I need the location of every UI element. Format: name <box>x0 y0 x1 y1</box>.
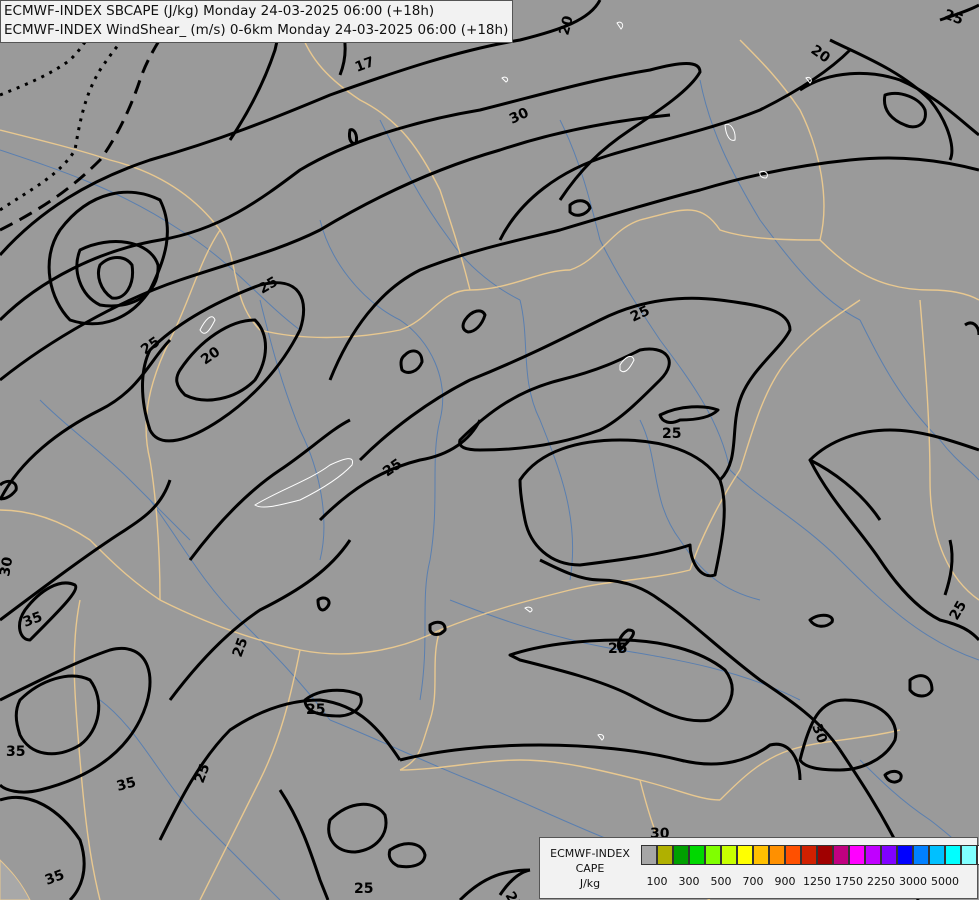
legend-tick-label: 700 <box>742 875 764 888</box>
map-title: ECMWF-INDEX SBCAPE (J/kg) Monday 24-03-2… <box>0 0 514 43</box>
title-line-cape: ECMWF-INDEX SBCAPE (J/kg) Monday 24-03-2… <box>4 3 435 19</box>
legend-tick-label: 500 <box>710 875 732 888</box>
legend-tick-label: 900 <box>774 875 796 888</box>
weather-map: 15 17 20 20 20 25 25 25 25 25 25 25 25 2… <box>0 0 979 900</box>
legend-swatch <box>929 845 945 865</box>
legend-swatch <box>897 845 913 865</box>
cape-legend: ECMWF-INDEX CAPE J/kg 100 300 500 700 900 125… <box>539 837 979 899</box>
legend-swatch <box>945 845 961 865</box>
contour-label: 35 <box>6 744 25 760</box>
legend-swatch <box>833 845 849 865</box>
legend-swatch <box>961 845 977 865</box>
legend-swatch <box>881 845 897 865</box>
legend-tick-label: 2250 <box>867 875 895 888</box>
legend-swatch <box>913 845 929 865</box>
legend-tick-label: 3000 <box>899 875 927 888</box>
legend-swatch <box>721 845 737 865</box>
legend-swatch <box>641 845 657 865</box>
legend-swatch <box>689 845 705 865</box>
legend-label: ECMWF-INDEX CAPE J/kg <box>542 846 638 891</box>
legend-swatch <box>753 845 769 865</box>
contour-label: 25 <box>306 702 325 718</box>
legend-swatch <box>865 845 881 865</box>
legend-tick-label: 300 <box>678 875 700 888</box>
legend-model: ECMWF-INDEX <box>550 847 630 860</box>
legend-swatch <box>849 845 865 865</box>
legend-swatch <box>657 845 673 865</box>
legend-swatch <box>817 845 833 865</box>
legend-swatch <box>737 845 753 865</box>
legend-swatch <box>785 845 801 865</box>
legend-swatch <box>801 845 817 865</box>
legend-swatches <box>641 845 979 865</box>
contour-label: 25 <box>608 641 627 657</box>
legend-tick-label: 5000 <box>931 875 959 888</box>
legend-unit: J/kg <box>579 877 601 890</box>
legend-swatch <box>673 845 689 865</box>
legend-tick-label: 100 <box>646 875 668 888</box>
contour-label: 25 <box>662 426 681 442</box>
legend-variable: CAPE <box>575 862 605 875</box>
legend-swatch <box>769 845 785 865</box>
legend-swatch <box>705 845 721 865</box>
title-line-shear: ECMWF-INDEX WindShear_ (m/s) 0-6km Monda… <box>4 22 509 38</box>
contour-label: 25 <box>354 881 373 897</box>
legend-ticks: 100 300 500 700 900 1250 1750 2250 3000 5000 <box>641 875 971 889</box>
legend-tick-label: 1250 <box>803 875 831 888</box>
legend-tick-label: 1750 <box>835 875 863 888</box>
